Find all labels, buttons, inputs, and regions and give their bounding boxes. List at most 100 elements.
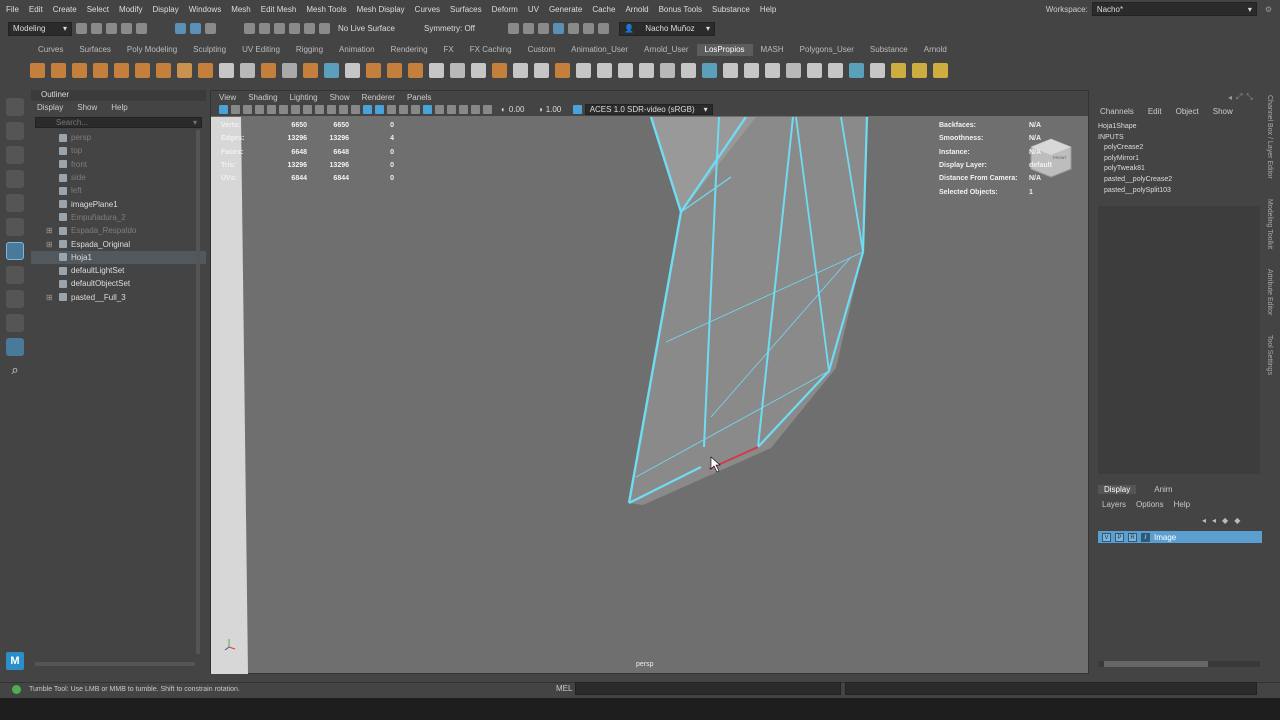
safe-action-icon[interactable] (327, 105, 336, 114)
shelf-mash-icon[interactable] (702, 62, 717, 78)
shelf-separate-icon[interactable] (219, 62, 234, 78)
shelf-freeze-icon[interactable] (786, 62, 801, 78)
outliner-menu-help[interactable]: Help (111, 103, 127, 112)
smooth-shade-icon[interactable] (363, 105, 372, 114)
shelf-pin-icon[interactable] (723, 62, 738, 78)
shelf-tab-substance[interactable]: Substance (862, 44, 916, 56)
rotate-tool-icon[interactable] (6, 194, 24, 212)
shelf-merge-icon[interactable] (345, 62, 360, 78)
viewport-menu-renderer[interactable]: Renderer (362, 93, 395, 102)
shelf-tab-curves[interactable]: Curves (30, 44, 71, 56)
gate-mask-icon[interactable] (303, 105, 312, 114)
snap-curve-icon[interactable] (259, 23, 270, 34)
lights-icon[interactable] (399, 105, 408, 114)
menu-select[interactable]: Select (87, 5, 109, 14)
minimize-icon[interactable]: ◂ (1228, 93, 1232, 102)
menu-file[interactable]: File (6, 5, 19, 14)
snap-live-icon[interactable] (319, 23, 330, 34)
select-camera-icon[interactable] (219, 105, 228, 114)
select-component-icon[interactable] (205, 23, 216, 34)
menu-mesh-tools[interactable]: Mesh Tools (306, 5, 346, 14)
arnold-icon[interactable] (598, 23, 609, 34)
lasso-tool-icon[interactable] (6, 122, 24, 140)
viewport-menu-view[interactable]: View (219, 93, 236, 102)
menu-mesh-display[interactable]: Mesh Display (357, 5, 405, 14)
render-settings-icon[interactable] (553, 23, 564, 34)
layer-menu-help[interactable]: Help (1174, 500, 1190, 509)
snap-surface-icon[interactable] (304, 23, 315, 34)
menu-deform[interactable]: Deform (492, 5, 518, 14)
outliner-menu-display[interactable]: Display (37, 103, 63, 112)
render-icon[interactable] (508, 23, 519, 34)
render-view-icon[interactable] (523, 23, 534, 34)
shelf-append-icon[interactable] (324, 62, 339, 78)
scale-tool-icon[interactable] (6, 218, 24, 236)
undo-icon[interactable] (121, 23, 132, 34)
shelf-tab-surfaces[interactable]: Surfaces (71, 44, 119, 56)
menu-bonus-tools[interactable]: Bonus Tools (659, 5, 702, 14)
open-scene-icon[interactable] (91, 23, 102, 34)
tumble-tool-icon[interactable] (6, 242, 24, 260)
menu-display[interactable]: Display (153, 5, 179, 14)
menu-arnold[interactable]: Arnold (625, 5, 648, 14)
menu-windows[interactable]: Windows (189, 5, 221, 14)
film-gate-icon[interactable] (279, 105, 288, 114)
outliner-item[interactable]: front (31, 158, 206, 171)
shelf-tab-animation-user[interactable]: Animation_User (563, 44, 636, 56)
four-pane-icon[interactable] (6, 290, 24, 308)
color-space-dropdown[interactable]: ACES 1.0 SDR-video (sRGB) ▾ (584, 104, 713, 115)
select-object-icon[interactable] (190, 23, 201, 34)
shelf-sphere-icon[interactable] (30, 62, 45, 78)
shelf-tab-fx[interactable]: FX (436, 44, 462, 56)
shadows-icon[interactable] (411, 105, 420, 114)
outliner-item[interactable]: top (31, 144, 206, 157)
shelf-bevel-icon[interactable] (261, 62, 276, 78)
select-tool-icon[interactable] (6, 98, 24, 116)
menu-edit-mesh[interactable]: Edit Mesh (261, 5, 297, 14)
shelf-target-weld-icon[interactable] (576, 62, 591, 78)
shelf-bridge-icon[interactable] (282, 62, 297, 78)
shelf-disc-icon[interactable] (156, 62, 171, 78)
safe-title-icon[interactable] (339, 105, 348, 114)
shelf-combine-icon[interactable] (198, 62, 213, 78)
menu-mesh[interactable]: Mesh (231, 5, 251, 14)
workspace-selector[interactable]: Workspace: Nacho* ▾ ⚙ (1046, 2, 1272, 16)
layer-hscrollbar[interactable] (1098, 661, 1260, 667)
menu-edit[interactable]: Edit (29, 5, 43, 14)
layer-color-icon[interactable]: / (1141, 532, 1150, 542)
shelf-offset-loop-icon[interactable] (492, 62, 507, 78)
outliner-hscrollbar[interactable] (35, 662, 195, 666)
move-layer-up-icon[interactable]: ◂ (1202, 516, 1206, 525)
outliner-item[interactable]: imagePlane1 (31, 197, 206, 210)
expand-icon[interactable]: ⊞ (46, 226, 53, 235)
shelf-extrude-icon[interactable] (303, 62, 318, 78)
shelf-tab-lospropios[interactable]: LosPropios (696, 44, 753, 56)
layer-tab-display[interactable]: Display (1098, 485, 1137, 494)
shelf-cube-icon[interactable] (51, 62, 66, 78)
shelf-mtoa-icon[interactable] (912, 62, 927, 78)
shelf-tab-poly-modeling[interactable]: Poly Modeling (119, 44, 185, 56)
viewport-menu-lighting[interactable]: Lighting (290, 93, 318, 102)
scene-canvas[interactable]: FRONT (211, 117, 1088, 674)
shelf-quad-draw-icon[interactable] (513, 62, 528, 78)
shelf-slide-edge-icon[interactable] (534, 62, 549, 78)
expand-icon[interactable]: ⊞ (46, 293, 53, 302)
shelf-cylinder-icon[interactable] (72, 62, 87, 78)
shelf-pipe-icon[interactable] (177, 62, 192, 78)
user-dropdown[interactable]: 👤 Nacho Muñoz ▾ (619, 21, 715, 36)
shelf-extract-icon[interactable] (240, 62, 255, 78)
new-scene-icon[interactable] (76, 23, 87, 34)
ambient-occlusion-icon[interactable] (459, 105, 468, 114)
move-layer-down-icon[interactable]: ◂ (1212, 516, 1216, 525)
redo-icon[interactable] (136, 23, 147, 34)
shelf-fill-hole-icon[interactable] (366, 62, 381, 78)
shelf-tab-custom[interactable]: Custom (520, 44, 564, 56)
exposure-value[interactable]: 0.00 (509, 105, 535, 114)
shelf-torus-icon[interactable] (135, 62, 150, 78)
camera-attributes-icon[interactable] (231, 105, 240, 114)
shelf-tab-arnold[interactable]: Arnold (916, 44, 955, 56)
wireframe-icon[interactable] (351, 105, 360, 114)
snap-grid-icon[interactable] (244, 23, 255, 34)
shelf-cone-icon[interactable] (93, 62, 108, 78)
resolution-gate-icon[interactable] (291, 105, 300, 114)
